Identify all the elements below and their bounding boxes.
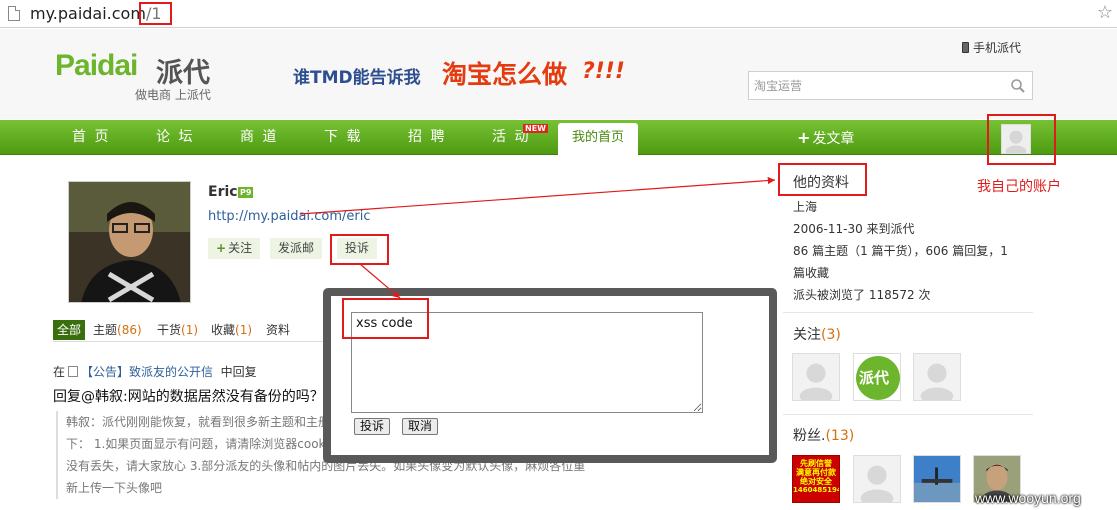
banner-text-punct: ?!!! <box>582 59 625 84</box>
paidai-avatar-text: 派代 <box>859 369 890 387</box>
plus-icon: + <box>797 128 811 147</box>
main-nav: 首 页 论 坛 商 道 下 载 招 聘 活 动 NEW 我的首页 + 发文章 <box>0 120 1117 155</box>
fans-label: 粉丝. <box>793 428 826 444</box>
user-joined: 2006-11-30 来到派代 <box>793 222 915 236</box>
tab-dry-goods[interactable]: 干货(1) <box>157 320 198 340</box>
quote-line: 新上传一下头像吧 <box>66 481 163 495</box>
tab-favorites-label: 收藏 <box>211 323 236 337</box>
nav-jobs[interactable]: 招 聘 <box>408 120 446 155</box>
logo-english[interactable]: Paidai <box>55 49 138 83</box>
arrow-to-profile-info <box>299 176 776 215</box>
ad-text-line: 满意再付款 <box>796 468 836 477</box>
nav-my-home[interactable]: 我的首页 <box>558 123 639 155</box>
document-icon <box>68 366 79 377</box>
fan-avatar-default[interactable] <box>853 455 901 503</box>
tab-all[interactable]: 全部 <box>53 320 86 340</box>
user-stats-line-2: 篇收藏 <box>793 266 830 280</box>
annotation-xss-box <box>342 298 429 339</box>
tab-profile-info-label: 资料 <box>266 323 291 337</box>
nav-home[interactable]: 首 页 <box>72 120 110 155</box>
post-article-label: 发文章 <box>812 131 855 147</box>
feed-prefix: 在 <box>53 365 66 379</box>
tab-dry-goods-count: (1) <box>181 323 199 337</box>
following-avatar-paidai[interactable]: 派代 <box>853 353 901 401</box>
send-message-button[interactable]: 发派邮 <box>270 238 323 259</box>
following-heading: 关注(3) <box>793 324 841 344</box>
logo-slogan: 做电商 上派代 <box>135 88 211 102</box>
following-avatar-default[interactable] <box>792 353 840 401</box>
tab-dry-goods-label: 干货 <box>157 323 182 337</box>
search-icon[interactable] <box>1010 78 1026 94</box>
watermark: www.wooyun.org <box>975 490 1081 506</box>
nav-forum[interactable]: 论 坛 <box>156 120 194 155</box>
profile-photo[interactable] <box>68 181 191 303</box>
feed-topic-link[interactable]: 【公告】致派友的公开信 <box>81 365 213 379</box>
profile-photo-image <box>69 182 190 302</box>
url-host: my.paidai.com <box>30 4 146 23</box>
search-box <box>748 71 1033 100</box>
annotation-my-account-label: 我自己的账户 <box>977 179 1061 195</box>
nav-business[interactable]: 商 道 <box>240 120 278 155</box>
following-count: (3) <box>821 327 841 343</box>
tab-favorites-count: (1) <box>235 323 253 337</box>
annotation-profile-info-box <box>778 163 867 196</box>
annotation-url-path-box <box>139 2 172 25</box>
annotation-report-box <box>330 234 389 265</box>
fan-avatar-ad[interactable]: 先刷信誉 满意再付款 绝对安全 1460485194 <box>792 455 840 503</box>
fan-avatar-landscape[interactable] <box>913 455 961 503</box>
user-location: 上海 <box>793 200 818 214</box>
fans-count: (13) <box>825 428 855 444</box>
feed-item-meta: 在 【公告】致派友的公开信 中回复 <box>53 363 257 380</box>
submit-report-button[interactable]: 投诉 <box>354 418 391 435</box>
banner-text-taobao[interactable]: 淘宝怎么做 <box>442 55 567 91</box>
ad-text-line: 绝对安全 <box>800 477 832 486</box>
ad-text-line: 先刷信誉 <box>800 459 832 468</box>
banner-text-question[interactable]: 谁TMD能告诉我 <box>293 63 421 88</box>
fans-heading: 粉丝.(13) <box>793 425 854 445</box>
logo-chinese[interactable]: 派代 <box>156 51 210 90</box>
search-input[interactable] <box>750 73 1000 98</box>
bookmark-star-icon[interactable]: ☆ <box>1097 2 1113 23</box>
level-badge: P9 <box>238 187 254 198</box>
plus-icon: + <box>216 241 227 255</box>
tab-all-label: 全部 <box>57 323 82 337</box>
feed-suffix: 中回复 <box>220 365 257 379</box>
cancel-button[interactable]: 取消 <box>402 418 439 435</box>
mobile-site-link[interactable]: 手机派代 <box>962 39 1021 56</box>
ad-text-line: 1460485194 <box>793 486 840 494</box>
user-name[interactable]: Eric <box>208 184 238 200</box>
site-header: Paidai 派代 做电商 上派代 谁TMD能告诉我 淘宝怎么做 ?!!! 手机… <box>0 29 1117 119</box>
sidebar-divider <box>783 312 1033 313</box>
phone-icon <box>962 42 969 53</box>
tab-topics[interactable]: 主题(86) <box>93 320 142 340</box>
annotation-my-account-box <box>987 114 1056 165</box>
tab-favorites[interactable]: 收藏(1) <box>211 320 252 340</box>
new-badge: NEW <box>523 124 548 133</box>
follow-label: 关注 <box>228 241 253 255</box>
post-article-button[interactable]: + 发文章 <box>797 120 854 155</box>
mobile-link-label: 手机派代 <box>973 41 1022 55</box>
following-avatar-default[interactable] <box>913 353 961 401</box>
follow-button[interactable]: + 关注 <box>208 238 261 259</box>
nav-download[interactable]: 下 载 <box>324 120 362 155</box>
sidebar-divider <box>783 414 1033 415</box>
feed-item-title[interactable]: 回复@韩叙:网站的数据居然没有备份的吗？这 <box>53 386 338 406</box>
tab-profile-info[interactable]: 资料 <box>266 320 290 340</box>
user-stats-line-1: 86 篇主题（1 篇干货），606 篇回复，1 <box>793 244 1008 258</box>
profile-url-link[interactable]: http://my.paidai.com/eric <box>208 209 371 224</box>
following-label: 关注 <box>793 327 821 343</box>
user-views: 派头被浏览了 118572 次 <box>793 288 931 302</box>
tab-topics-label: 主题 <box>93 323 118 337</box>
tab-topics-count: (86) <box>117 323 142 337</box>
page-icon <box>8 6 20 21</box>
